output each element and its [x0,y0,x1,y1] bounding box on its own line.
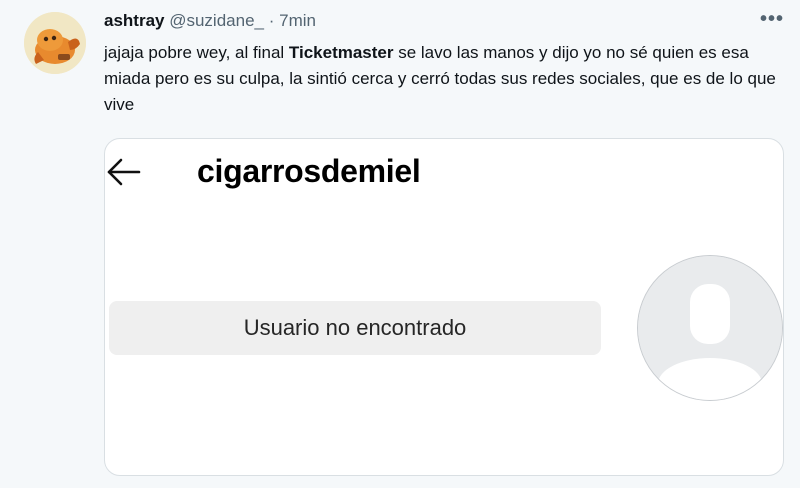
timestamp[interactable]: 7min [279,11,316,30]
tweet-header: ashtray @suzidane_ · 7min [104,10,316,32]
tweet-text-bold: Ticketmaster [288,43,394,62]
avatar[interactable] [24,12,86,74]
cartoon-character-avatar-icon [24,12,86,74]
back-arrow-icon [105,157,145,187]
default-profile-picture [637,255,783,401]
tweet-text: jajaja pobre wey, al final Ticketmaster … [104,40,784,118]
status-text: Usuario no encontrado [243,315,467,340]
tweet-text-part: jajaja pobre wey, al final [104,43,289,62]
status-banner: Usuario no encontrado [109,301,601,355]
author-name[interactable]: ashtray [104,11,164,30]
author-handle[interactable]: @suzidane_ [169,11,264,30]
more-options-icon[interactable]: ••• [760,8,784,31]
tweet: ashtray @suzidane_ · 7min ••• jajaja pob… [0,0,800,488]
user-silhouette-icon [638,256,782,400]
embedded-screenshot[interactable]: cigarrosdemiel Usuario no encontrado [104,138,784,476]
profile-username: cigarrosdemiel [197,153,421,189]
separator: · [268,11,275,30]
